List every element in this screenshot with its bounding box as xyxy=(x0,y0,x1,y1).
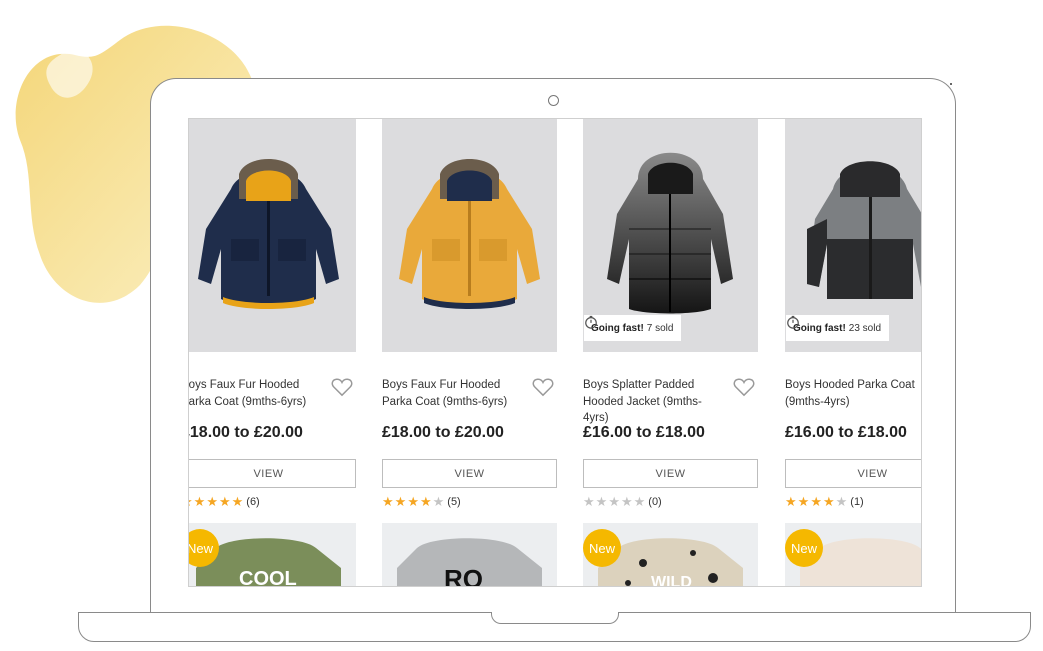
star-empty-icon: ★ xyxy=(608,494,620,509)
star-filled-icon: ★ xyxy=(407,494,419,509)
star-empty-icon: ★ xyxy=(583,494,595,509)
product-title[interactable]: Boys Hooded Parka Coat (9mths-4yrs) xyxy=(785,377,920,410)
going-fast-badge: Going fast! 23 sold xyxy=(786,315,890,341)
star-rating: ★ ★ ★ ★ ★ (1) xyxy=(785,495,864,508)
star-filled-icon: ★ xyxy=(382,494,394,509)
star-empty-icon: ★ xyxy=(595,494,608,509)
star-empty-icon: ★ xyxy=(835,494,848,509)
svg-text:COOL: COOL xyxy=(239,568,297,587)
product-tile-next-row[interactable]: New xyxy=(785,523,921,586)
heart-outline-icon[interactable] xyxy=(733,377,755,397)
svg-text:RO: RO xyxy=(444,564,483,587)
product-image[interactable]: Going fast! 23 sold xyxy=(785,119,921,352)
decorative-dot xyxy=(950,83,952,85)
product-card[interactable]: Boys Faux Fur Hooded Parka Coat (9mths-6… xyxy=(189,119,356,508)
review-count: (0) xyxy=(648,495,662,508)
product-grid-screen: Boys Faux Fur Hooded Parka Coat (9mths-6… xyxy=(188,118,922,587)
star-filled-icon: ★ xyxy=(189,495,193,508)
badge-strong-text: Going fast! xyxy=(793,322,846,334)
star-empty-icon: ★ xyxy=(633,494,646,509)
new-badge: New xyxy=(785,529,823,567)
product-image[interactable]: Going fast! 7 sold xyxy=(583,119,758,352)
star-filled-icon: ★ xyxy=(785,494,797,509)
svg-text:WILD: WILD xyxy=(651,574,692,587)
view-button[interactable]: VIEW xyxy=(785,459,921,488)
star-empty-icon: ★ xyxy=(432,494,445,509)
review-count: (5) xyxy=(447,495,461,508)
stopwatch-icon xyxy=(787,315,799,329)
product-image[interactable] xyxy=(382,119,557,352)
product-card[interactable]: Going fast! 7 sold Boys Splatter Padded … xyxy=(583,119,758,508)
tshirt-grey-image: RO xyxy=(397,538,542,587)
product-card[interactable]: Boys Faux Fur Hooded Parka Coat (9mths-6… xyxy=(382,119,557,508)
star-filled-icon: ★ xyxy=(231,494,244,509)
product-card[interactable]: Going fast! 23 sold Boys Hooded Parka Co… xyxy=(785,119,921,508)
product-tile-next-row[interactable]: RO xyxy=(382,523,557,587)
product-tile-next-row[interactable]: New COOL xyxy=(189,523,356,587)
product-price: £16.00 to £18.00 xyxy=(785,424,907,441)
parka-navy-image xyxy=(198,159,339,309)
star-rating: ★ ★ ★ ★ ★ (5) xyxy=(382,495,461,508)
new-badge: New xyxy=(583,529,621,567)
product-image[interactable] xyxy=(189,119,356,352)
product-price: £16.00 to £18.00 xyxy=(583,424,705,441)
product-price: £18.00 to £20.00 xyxy=(188,424,303,441)
going-fast-badge: Going fast! 7 sold xyxy=(584,315,682,341)
product-title[interactable]: Boys Faux Fur Hooded Parka Coat (9mths-6… xyxy=(189,377,316,410)
heart-outline-icon[interactable] xyxy=(532,377,554,397)
star-rating: ★★★★★(6) xyxy=(189,494,260,509)
product-tile-next-row[interactable]: New WILD xyxy=(583,523,758,587)
view-button[interactable]: VIEW xyxy=(189,459,356,488)
product-title[interactable]: Boys Splatter Padded Hooded Jacket (9mth… xyxy=(583,377,718,427)
badge-sold-text: 7 sold xyxy=(646,322,674,334)
stopwatch-icon xyxy=(585,315,597,329)
view-button[interactable]: VIEW xyxy=(583,459,758,488)
laptop-base xyxy=(78,612,1031,642)
star-rating: ★ ★ ★ ★ ★ (0) xyxy=(583,495,662,508)
star-filled-icon: ★ xyxy=(193,494,206,509)
star-filled-icon: ★ xyxy=(419,494,432,509)
star-empty-icon: ★ xyxy=(620,494,633,509)
review-count: (1) xyxy=(850,495,864,508)
star-filled-icon: ★ xyxy=(797,494,810,509)
star-filled-icon: ★ xyxy=(218,494,231,509)
star-filled-icon: ★ xyxy=(206,494,218,509)
star-filled-icon: ★ xyxy=(822,494,835,509)
star-filled-icon: ★ xyxy=(394,494,407,509)
webcam-icon xyxy=(548,95,559,106)
product-price: £18.00 to £20.00 xyxy=(382,424,504,441)
heart-outline-icon[interactable] xyxy=(331,377,353,397)
star-filled-icon: ★ xyxy=(810,494,822,509)
badge-sold-text: 23 sold xyxy=(848,322,882,334)
view-button[interactable]: VIEW xyxy=(382,459,557,488)
review-count: (6) xyxy=(246,495,260,508)
product-title[interactable]: Boys Faux Fur Hooded Parka Coat (9mths-6… xyxy=(382,377,517,410)
laptop-notch xyxy=(491,612,619,624)
parka-yellow-image xyxy=(399,159,540,309)
badge-strong-text: Going fast! xyxy=(591,322,644,334)
